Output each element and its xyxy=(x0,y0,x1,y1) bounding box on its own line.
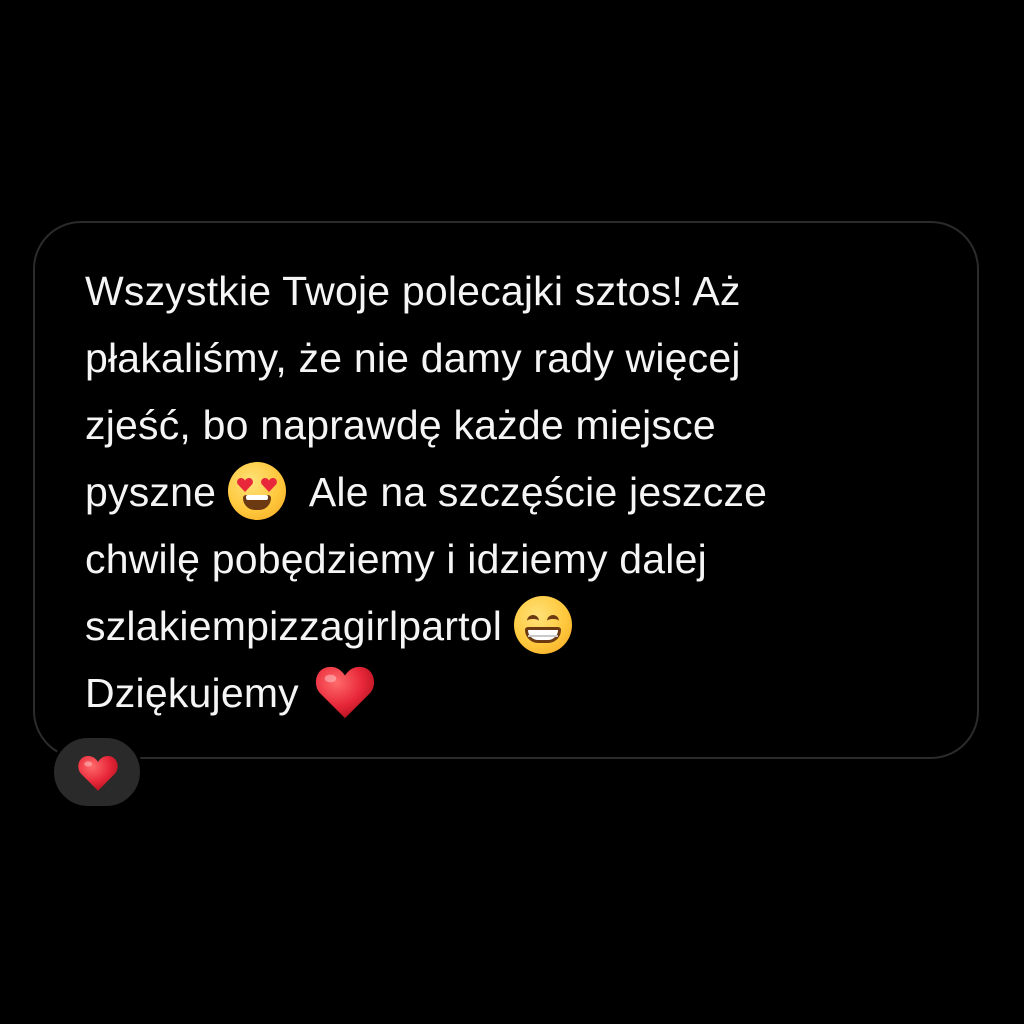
message-line: Wszystkie Twoje polecajki sztos! Aż xyxy=(85,268,741,314)
heart-eyes-face-icon xyxy=(227,462,286,521)
message-line: chwilę pobędziemy i idziemy dalej xyxy=(85,536,707,582)
message-line-part: Ale na szczęście jeszcze xyxy=(308,469,768,515)
message-line: zjeść, bo naprawdę każde miejsce xyxy=(85,402,716,448)
message-line-part: szlakiempizzagirlpartol xyxy=(85,603,503,649)
message-line: płakaliśmy, że nie damy rady więcej xyxy=(85,335,741,381)
message-line-part: Dziękujemy xyxy=(85,670,299,716)
message-line-part: pyszne xyxy=(85,469,217,515)
red-heart-icon xyxy=(316,666,375,719)
message-line: pyszne Ale na szczęście jeszcze xyxy=(85,459,965,526)
grinning-face-icon xyxy=(513,596,572,655)
message-line: Dziękujemy xyxy=(85,660,965,727)
message-line: szlakiempizzagirlpartol xyxy=(85,593,965,660)
red-heart-icon xyxy=(78,755,118,791)
reaction-badge[interactable] xyxy=(51,735,143,809)
chat-screen: Wszystkie Twoje polecajki sztos! Aż płak… xyxy=(0,0,1024,1024)
message-text: Wszystkie Twoje polecajki sztos! Aż płak… xyxy=(85,258,965,727)
